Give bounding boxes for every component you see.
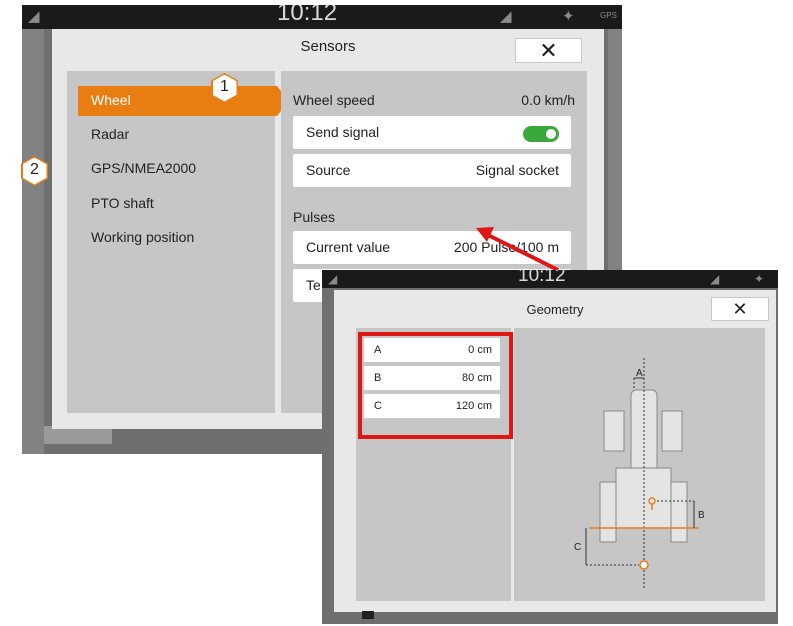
sidebar-item-radar[interactable]: Radar	[91, 126, 129, 142]
teach-label: Te	[306, 277, 321, 293]
gps-label: GPS	[600, 11, 617, 20]
send-signal-label: Send signal	[306, 124, 380, 140]
dimension-b-label: B	[698, 510, 705, 521]
geometry-diagram-panel: A B C	[514, 328, 765, 601]
current-value-label: Current value	[306, 239, 391, 255]
signal-icon: ◢	[500, 8, 512, 25]
dialog-title: Geometry	[526, 302, 584, 317]
sidebar-item-pto-shaft[interactable]: PTO shaft	[91, 195, 154, 211]
satellite-icon: ✦	[754, 272, 765, 286]
close-button[interactable]: ✕	[515, 38, 582, 63]
values-highlight	[358, 332, 513, 439]
status-time: 10:12	[518, 270, 566, 286]
tractor-diagram: A B C	[574, 358, 705, 588]
signal-icon: ◢	[710, 272, 720, 286]
callout-number: 1	[220, 78, 229, 95]
pulses-label: Pulses	[293, 209, 336, 225]
close-icon: ✕	[732, 298, 748, 319]
background-panel	[22, 29, 44, 454]
status-time: 10:12	[277, 5, 338, 26]
wheel-speed-label: Wheel speed	[293, 92, 375, 108]
status-bar: ◢ 10:12 ◢ ✦	[322, 270, 778, 288]
satellite-icon: ✦	[562, 8, 575, 25]
send-signal-toggle[interactable]	[523, 126, 559, 142]
send-signal-row[interactable]: Send signal	[293, 116, 571, 149]
close-icon: ✕	[539, 37, 558, 63]
sensor-sidebar: Wheel Radar GPS/NMEA2000 PTO shaft Worki…	[67, 71, 289, 413]
wheel-speed-value: 0.0 km/h	[521, 92, 575, 108]
signal-icon: ◢	[328, 272, 338, 286]
source-label: Source	[306, 162, 351, 178]
callout-number: 2	[30, 161, 39, 178]
dimension-c-label: C	[574, 542, 581, 553]
background-button	[362, 611, 374, 619]
sidebar-item-working-position[interactable]: Working position	[91, 229, 194, 245]
sidebar-item-gps[interactable]: GPS/NMEA2000	[91, 160, 196, 176]
sidebar-item-label: Wheel	[91, 92, 131, 108]
source-value: Signal socket	[475, 162, 559, 178]
status-bar: ◢ 10:12 ◢ ✦ GPS	[22, 5, 622, 29]
geometry-screen: ◢ 10:12 ◢ ✦ Geometry ✕ A 0 cm B 80 cm C …	[322, 270, 778, 624]
close-button[interactable]: ✕	[711, 297, 769, 321]
sidebar-item-wheel[interactable]: Wheel	[78, 86, 289, 116]
dimension-a-label: A	[636, 368, 643, 379]
signal-icon: ◢	[28, 8, 40, 25]
source-row[interactable]: Source Signal socket	[293, 154, 571, 187]
